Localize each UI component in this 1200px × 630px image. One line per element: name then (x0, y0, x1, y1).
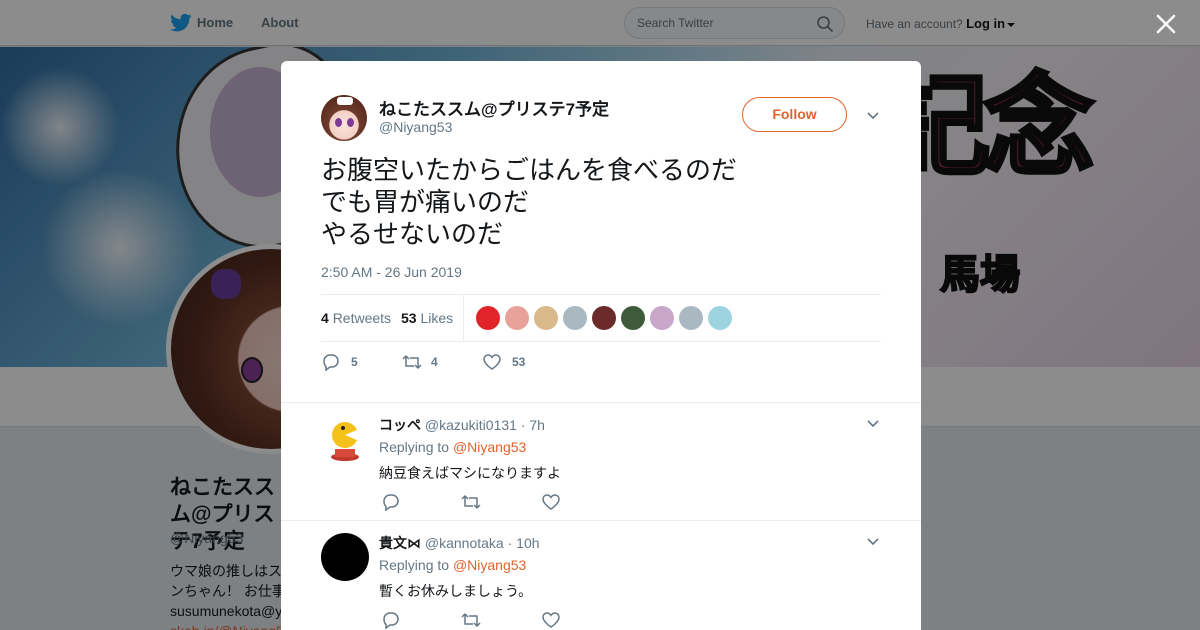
tweet-actions: 5 4 53 (321, 352, 881, 374)
reply-text: 暫くお休みしましょう。 (379, 584, 533, 600)
reply-count: 5 (351, 355, 358, 369)
reply-tweet[interactable]: 貴文⋈ @kannotaka · 10h Replying to @Niyang… (281, 520, 921, 630)
replying-to: Replying to @Niyang53 (379, 557, 526, 573)
reply-author-name: 貴文⋈ (379, 535, 421, 551)
chevron-down-icon[interactable] (866, 417, 880, 431)
retweets-stat[interactable]: 4 Retweets (321, 310, 391, 326)
liker-avatar[interactable] (505, 306, 529, 330)
likes-label: Likes (420, 310, 454, 326)
avatar-eye (335, 118, 342, 127)
retweets-label: Retweets (332, 310, 392, 326)
like-count: 53 (512, 355, 526, 369)
likes-count: 53 (401, 310, 417, 326)
chevron-down-icon[interactable] (866, 535, 880, 549)
reply-actions (379, 493, 579, 513)
reply-author-handle: @kazukiti0131 (424, 417, 517, 433)
liker-avatar[interactable] (592, 306, 616, 330)
heart-icon[interactable] (541, 611, 561, 629)
reply-actions (379, 611, 579, 630)
replying-to-prefix: Replying to (379, 557, 450, 573)
author-avatar[interactable] (321, 95, 367, 141)
liker-avatar[interactable] (650, 306, 674, 330)
reply-author-name: コッペ (379, 417, 421, 433)
tweet-text-line: でも胃が痛いのだ (321, 188, 530, 218)
retweet-icon[interactable] (460, 611, 482, 629)
reply-time[interactable]: · 7h (521, 417, 545, 433)
tweet-stats: 4 Retweets 53 Likes (321, 294, 881, 342)
tweet-text-line: やるせないのだ (321, 220, 504, 250)
retweet-icon (402, 355, 422, 369)
stats-divider (463, 295, 464, 341)
reply-tweet[interactable]: コッペ @kazukiti0131 · 7h Replying to @Niya… (281, 402, 921, 520)
replying-to-handle[interactable]: @Niyang53 (453, 439, 526, 455)
likes-stat[interactable]: 53 Likes (401, 310, 453, 326)
tweet-timestamp[interactable]: 2:50 AM - 26 Jun 2019 (321, 264, 462, 280)
author-name[interactable]: ねこたススム@プリステ7予定 (379, 95, 609, 120)
reply-avatar[interactable] (321, 533, 369, 581)
liker-avatar[interactable] (563, 306, 587, 330)
pacman-figure-icon (331, 422, 359, 461)
liker-avatar[interactable] (476, 306, 500, 330)
avatar-eye (347, 118, 354, 127)
retweets-count: 4 (321, 310, 329, 326)
liker-avatar[interactable] (534, 306, 558, 330)
chevron-down-icon[interactable] (866, 109, 880, 123)
tweet-modal: ねこたススム@プリステ7予定 @Niyang53 Follow お腹空いたからご… (281, 61, 921, 630)
author-handle[interactable]: @Niyang53 (379, 119, 452, 135)
follow-button[interactable]: Follow (742, 97, 847, 132)
reply-icon[interactable] (381, 611, 401, 629)
replying-to-handle[interactable]: @Niyang53 (453, 557, 526, 573)
reply-author[interactable]: コッペ @kazukiti0131 · 7h (379, 415, 545, 435)
reply-time[interactable]: · 10h (508, 535, 540, 551)
replying-to: Replying to @Niyang53 (379, 439, 526, 455)
tweet-text: お腹空いたからごはんを食べるのだ でも胃が痛いのだ やるせないのだ (321, 155, 881, 251)
reply-author-handle: @kannotaka (424, 535, 504, 551)
liker-avatar[interactable] (708, 306, 732, 330)
heart-icon[interactable] (541, 493, 561, 511)
retweet-icon[interactable] (460, 493, 482, 511)
replying-to-prefix: Replying to (379, 439, 450, 455)
liker-avatar[interactable] (621, 306, 645, 330)
retweet-count: 4 (431, 355, 438, 369)
reply-icon[interactable] (381, 493, 401, 511)
reply-author[interactable]: 貴文⋈ @kannotaka · 10h (379, 533, 540, 553)
tweet-text-line: お腹空いたからごはんを食べるのだ (321, 156, 738, 186)
reply-text: 納豆食えばマシになりますよ (379, 466, 561, 482)
close-icon[interactable] (1152, 10, 1180, 38)
heart-icon (483, 354, 501, 370)
reply-icon (323, 354, 339, 371)
reply-avatar[interactable] (321, 415, 369, 463)
avatar-hairband (337, 97, 353, 105)
liker-avatar[interactable] (679, 306, 703, 330)
